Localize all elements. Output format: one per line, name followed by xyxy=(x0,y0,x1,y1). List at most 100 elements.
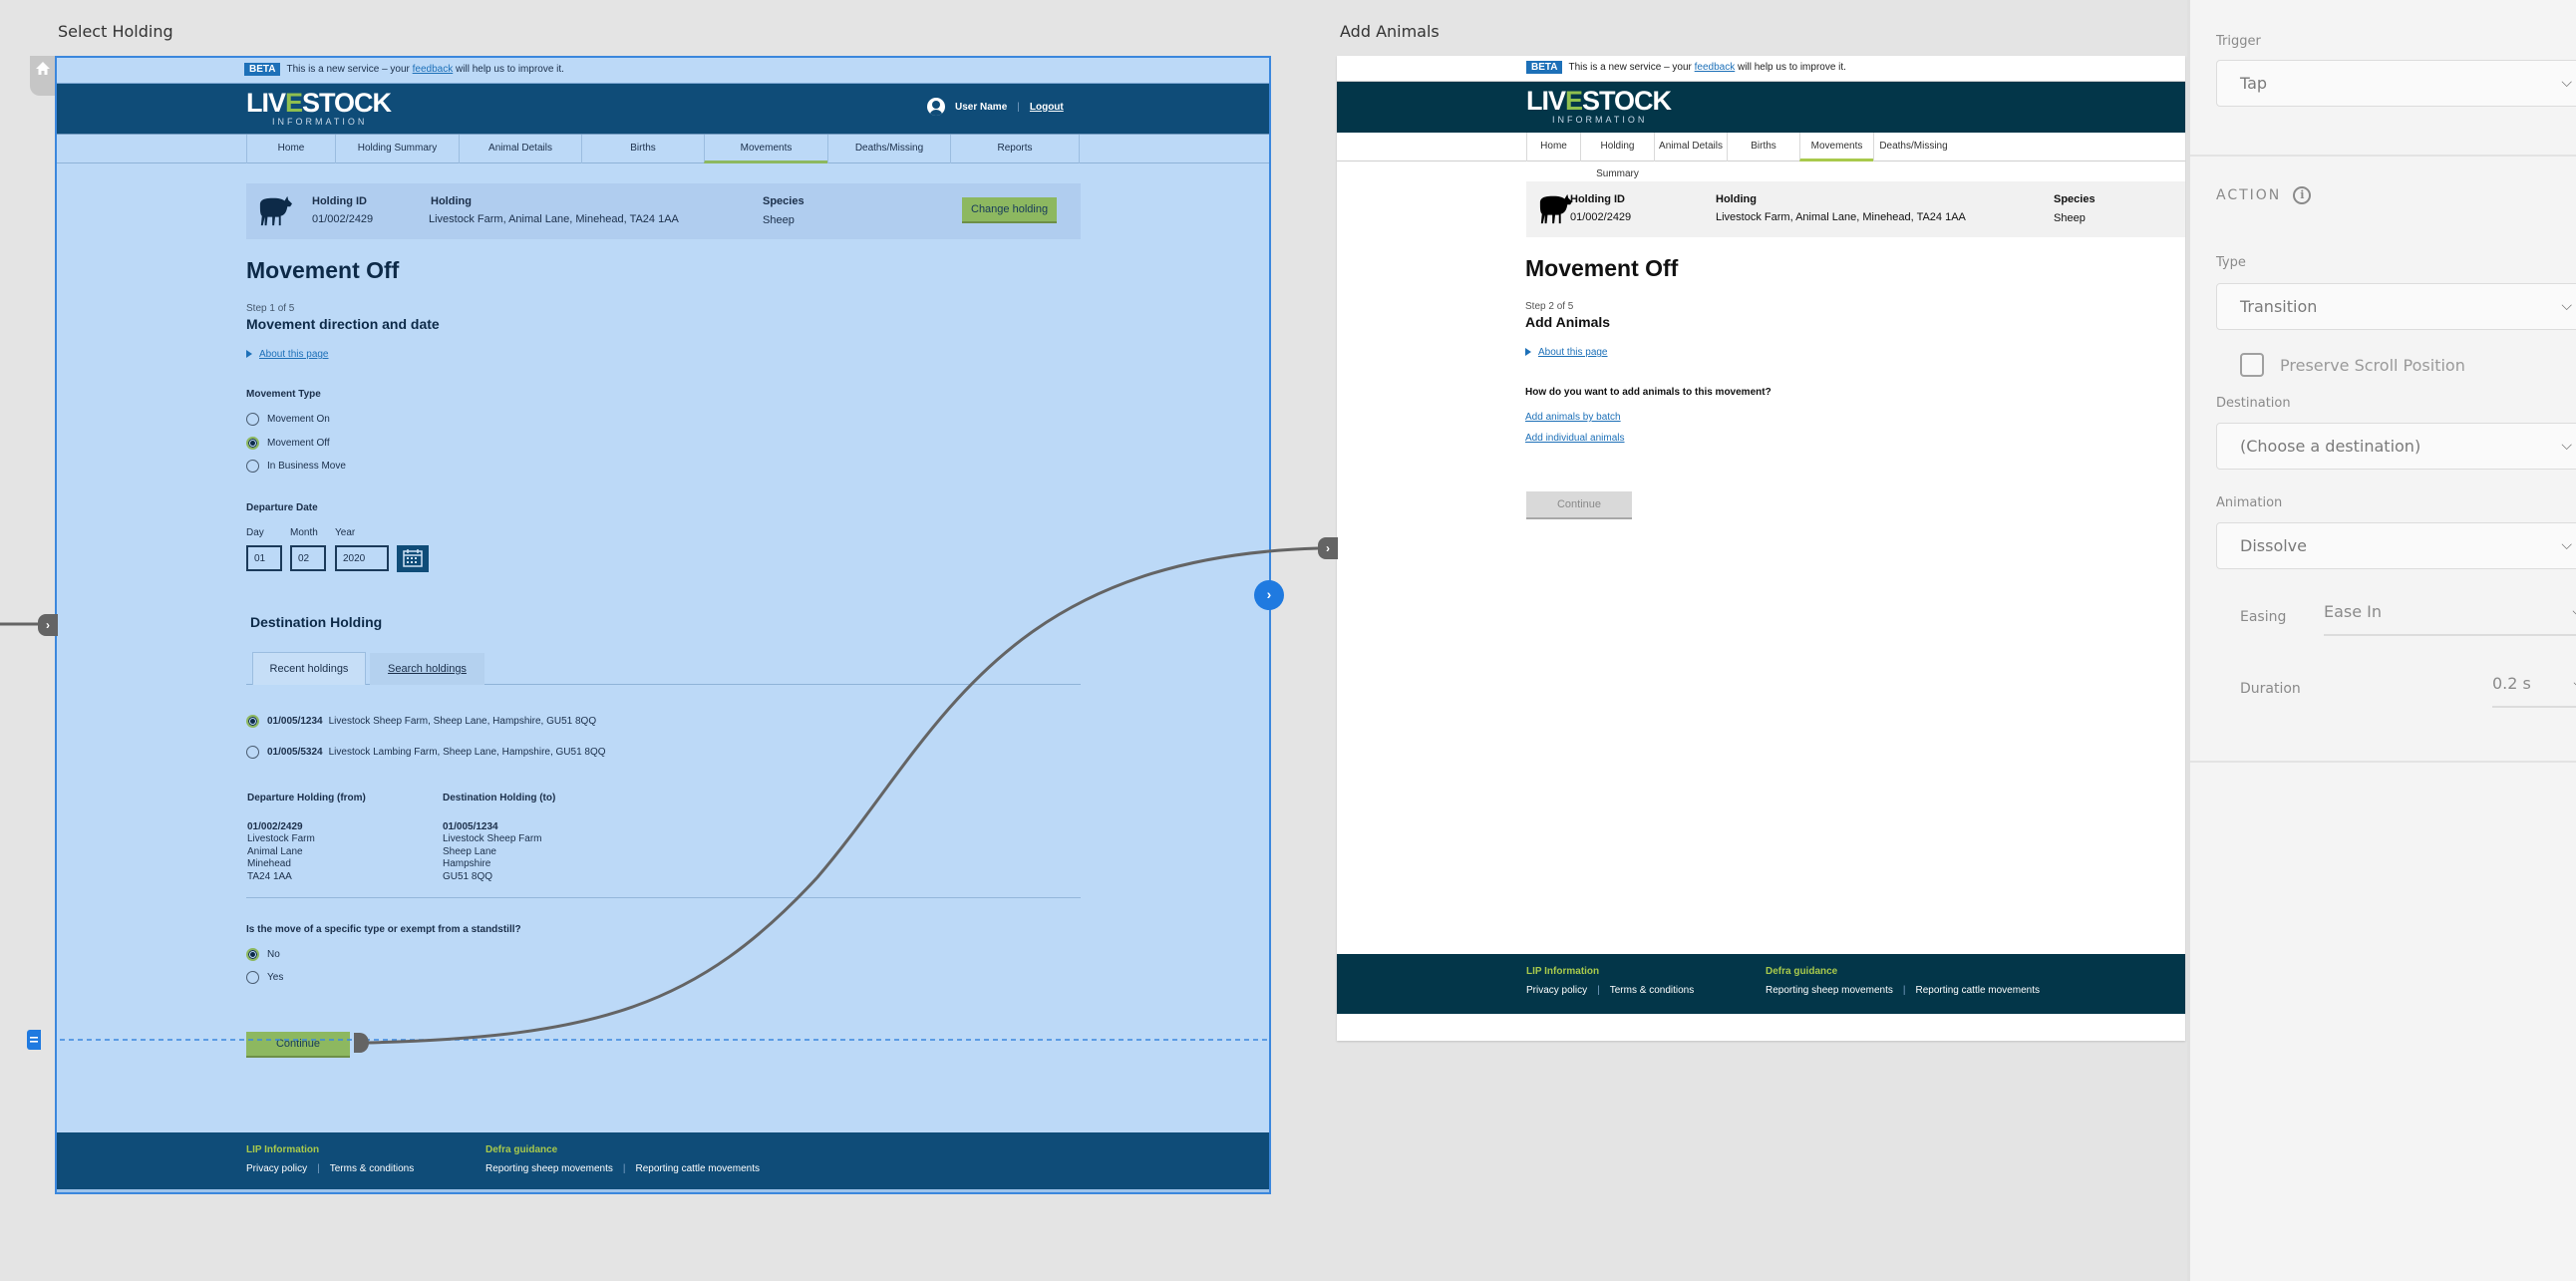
day-input[interactable] xyxy=(246,545,282,571)
recent-holding-option-1[interactable]: 01/005/1234 Livestock Sheep Farm, Sheep L… xyxy=(246,715,596,728)
radio-button[interactable] xyxy=(246,971,259,984)
step-indicator: Step 1 of 5 xyxy=(246,303,295,314)
artboard-select-holding[interactable]: BETA This is a new service – your feedbac… xyxy=(55,56,1271,1194)
nav-deaths-missing[interactable]: Deaths/Missing xyxy=(1873,133,1953,161)
artboard-add-animals[interactable]: BETA This is a new service – your feedbac… xyxy=(1337,56,2185,1041)
logout-link[interactable]: Logout xyxy=(1030,102,1064,113)
nav-deaths-missing[interactable]: Deaths/Missing xyxy=(827,135,950,163)
footer-cattle-movements-link[interactable]: Reporting cattle movements xyxy=(1915,985,2040,996)
nav-births[interactable]: Births xyxy=(581,135,704,163)
sheep-icon xyxy=(1539,193,1572,224)
artboard-title-add-animals[interactable]: Add Animals xyxy=(1340,22,1440,41)
radio-movement-off[interactable]: Movement Off xyxy=(246,437,330,450)
tab-recent-holdings[interactable]: Recent holdings xyxy=(252,652,366,685)
movement-type-label: Movement Type xyxy=(246,389,321,400)
step-indicator: Step 2 of 5 xyxy=(1525,301,1574,312)
user-area: User Name | Logout xyxy=(927,98,1064,116)
footer-cattle-movements-link[interactable]: Reporting cattle movements xyxy=(635,1163,760,1174)
site-header: LIVESTOCK INFORMATION xyxy=(1337,82,2185,133)
nav-animal-details[interactable]: Animal Details xyxy=(459,135,581,163)
add-animals-by-batch-link[interactable]: Add animals by batch xyxy=(1525,412,1621,423)
holding-value: Livestock Farm, Animal Lane, Minehead, T… xyxy=(1716,211,1966,223)
panel-divider xyxy=(2190,155,2576,157)
footer-sheep-movements-link[interactable]: Reporting sheep movements xyxy=(1766,985,1893,996)
holding-id-value: 01/002/2429 xyxy=(1570,211,1632,223)
radio-movement-on[interactable]: Movement On xyxy=(246,413,330,426)
nav-home[interactable]: Home xyxy=(246,135,335,163)
footer-terms-link[interactable]: Terms & conditions xyxy=(330,1163,414,1174)
holding-id-value: 01/002/2429 xyxy=(312,213,374,225)
nav-births[interactable]: Births xyxy=(1727,133,1799,161)
nav-movements[interactable]: Movements xyxy=(704,135,827,163)
radio-button[interactable] xyxy=(246,460,259,473)
destination-select[interactable]: (Choose a destination) ⌵ xyxy=(2216,423,2576,470)
radio-button-checked[interactable] xyxy=(246,948,259,961)
radio-button[interactable] xyxy=(246,746,259,759)
nav-animal-details[interactable]: Animal Details xyxy=(1654,133,1727,161)
holding-label: Holding xyxy=(431,195,472,207)
about-this-page[interactable]: About this page xyxy=(1525,347,1608,358)
fixed-position-marker[interactable] xyxy=(27,1030,41,1050)
beta-text-end: will help us to improve it. xyxy=(453,64,564,75)
easing-label: Easing xyxy=(2240,609,2287,625)
about-this-page[interactable]: About this page xyxy=(246,349,329,360)
easing-select[interactable]: Ease In⌵ xyxy=(2324,602,2576,636)
add-connection-button[interactable]: › xyxy=(1254,580,1284,610)
holding-label: Holding xyxy=(1716,193,1757,205)
livestock-logo[interactable]: LIVESTOCK INFORMATION xyxy=(246,90,392,128)
add-individual-animals-link[interactable]: Add individual animals xyxy=(1525,433,1625,444)
action-section-header: ACTION i xyxy=(2216,186,2312,204)
artboard-title-select-holding[interactable]: Select Holding xyxy=(58,22,173,41)
year-input[interactable] xyxy=(335,545,389,571)
nav-home[interactable]: Home xyxy=(1526,133,1580,161)
page-title: Movement Off xyxy=(1525,255,1679,281)
add-animals-question: How do you want to add animals to this m… xyxy=(1525,387,1771,398)
destination-label: Destination xyxy=(2216,396,2291,411)
radio-standstill-no[interactable]: No xyxy=(246,948,280,961)
animation-label: Animation xyxy=(2216,495,2283,510)
preserve-scroll-checkbox-row[interactable]: Preserve Scroll Position xyxy=(2240,353,2465,377)
animation-select[interactable]: Dissolve ⌵ xyxy=(2216,522,2576,569)
continue-button-disabled[interactable]: Continue xyxy=(1526,491,1632,519)
nav-reports[interactable]: Reports xyxy=(950,135,1080,163)
nav-movements[interactable]: Movements xyxy=(1799,133,1873,161)
type-select[interactable]: Transition ⌵ xyxy=(2216,283,2576,330)
continue-button[interactable]: Continue xyxy=(246,1032,350,1058)
footer-defra-guidance: Defra guidance Reporting sheep movements… xyxy=(1766,966,2040,996)
radio-standstill-yes[interactable]: Yes xyxy=(246,971,283,984)
duration-select[interactable]: 0.2 s⌵ xyxy=(2492,674,2576,708)
incoming-wire-arrow[interactable]: › xyxy=(38,614,58,636)
feedback-link[interactable]: feedback xyxy=(413,64,454,75)
expand-triangle-icon xyxy=(1525,348,1531,357)
home-icon xyxy=(36,62,50,75)
radio-button-checked[interactable] xyxy=(246,715,259,728)
duration-label: Duration xyxy=(2240,681,2301,697)
chevron-down-icon: ⌵ xyxy=(2561,298,2572,314)
trigger-select[interactable]: Tap ⌵ xyxy=(2216,60,2576,107)
footer-privacy-link[interactable]: Privacy policy xyxy=(1526,985,1587,996)
nav-holding-summary[interactable]: Holding Summary xyxy=(1580,133,1654,179)
info-icon[interactable]: i xyxy=(2293,186,2312,204)
change-holding-button[interactable]: Change holding xyxy=(962,197,1058,223)
month-input[interactable] xyxy=(290,545,326,571)
radio-button[interactable] xyxy=(246,413,259,426)
footer-sheep-movements-link[interactable]: Reporting sheep movements xyxy=(485,1163,613,1174)
beta-text: This is a new service – your xyxy=(286,64,413,75)
preserve-scroll-checkbox[interactable] xyxy=(2240,353,2264,377)
footer-terms-link[interactable]: Terms & conditions xyxy=(1610,985,1694,996)
recent-holding-option-2[interactable]: 01/005/5324 Livestock Lambing Farm, Sheep… xyxy=(246,746,606,759)
livestock-logo[interactable]: LIVESTOCK INFORMATION xyxy=(1526,88,1672,126)
footer-privacy-link[interactable]: Privacy policy xyxy=(246,1163,307,1174)
radio-in-business-move[interactable]: In Business Move xyxy=(246,460,346,473)
nav-holding-summary[interactable]: Holding Summary xyxy=(335,135,459,163)
feedback-link[interactable]: feedback xyxy=(1695,62,1736,73)
radio-button-checked[interactable] xyxy=(246,437,259,450)
site-footer: LIP Information Privacy policy | Terms & c… xyxy=(1337,954,2185,1014)
destination-wire-arrow[interactable]: › xyxy=(1318,537,1338,559)
calendar-icon xyxy=(403,549,423,567)
calendar-button[interactable] xyxy=(397,545,429,572)
section-title: Movement direction and date xyxy=(246,316,440,332)
tab-search-holdings[interactable]: Search holdings xyxy=(370,653,484,685)
home-artboard-marker[interactable] xyxy=(30,56,56,96)
site-footer: LIP Information Privacy policy | Terms & c… xyxy=(57,1132,1269,1192)
